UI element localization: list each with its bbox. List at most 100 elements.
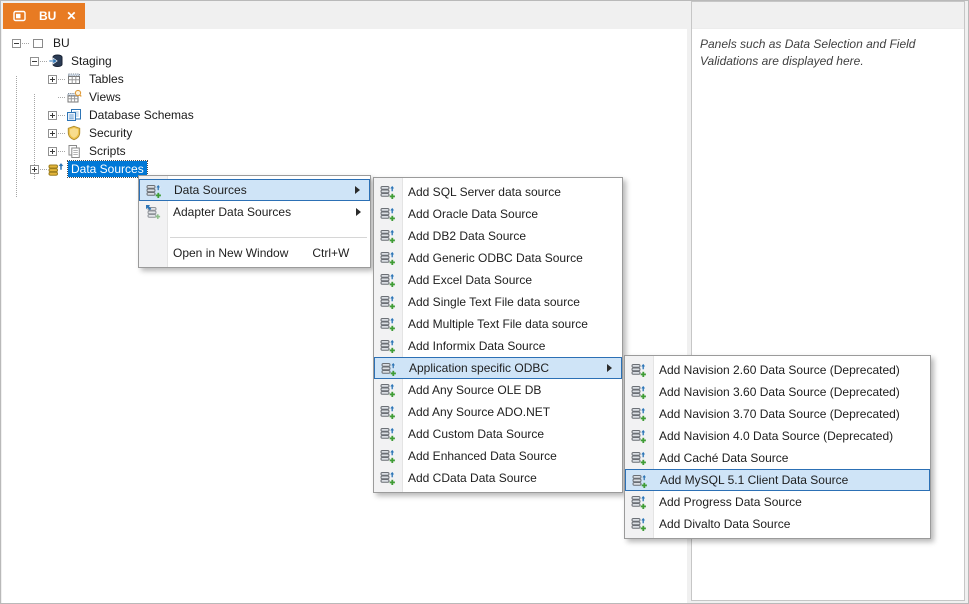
menu-item-add-cach-data-source[interactable]: Add Caché Data Source	[625, 447, 930, 469]
tree-expand-plus-icon[interactable]	[30, 164, 39, 174]
side-panel-text: Panels such as Data Selection and Field …	[700, 37, 916, 68]
tree-expand-plus-icon[interactable]	[48, 74, 57, 84]
tree-expand-plus-icon[interactable]	[48, 146, 57, 156]
menu-item-label: Add Any Source ADO.NET	[408, 405, 551, 419]
menu-item-label: Add Caché Data Source	[659, 451, 789, 465]
menu-item-add-navision-2-60-data-source-deprecated[interactable]: Add Navision 2.60 Data Source (Deprecate…	[625, 359, 930, 381]
menu-item-add-single-text-file-data-source[interactable]: Add Single Text File data source	[374, 291, 622, 313]
menu-item-label: Add Custom Data Source	[408, 427, 545, 441]
menu-item-label: Add Excel Data Source	[408, 273, 533, 287]
menu-separator	[170, 237, 367, 238]
menu-item-label: Add Navision 3.60 Data Source (Deprecate…	[659, 385, 900, 399]
tree-row-database-schemas: Database Schemas	[2, 106, 687, 124]
tree-item-bu[interactable]: BU	[50, 35, 73, 51]
tree-row-bu: BU	[2, 34, 687, 52]
application-specific-odbc-submenu: Add Navision 2.60 Data Source (Deprecate…	[624, 355, 931, 539]
menu-item-add-custom-data-source[interactable]: Add Custom Data Source	[374, 423, 622, 445]
menu-item-label: Add Enhanced Data Source	[408, 449, 557, 463]
tree-expand-minus-icon[interactable]	[12, 38, 21, 48]
add-datasource-icon	[380, 404, 396, 420]
menu-item-add-oracle-data-source[interactable]: Add Oracle Data Source	[374, 203, 622, 225]
none-icon	[145, 245, 161, 261]
add-datasource-icon	[380, 382, 396, 398]
context-menu: Data Sources Adapter Data Sources Open in …	[138, 175, 371, 268]
menu-item-label: Add Divalto Data Source	[659, 517, 791, 531]
menu-item-add-generic-odbc-data-source[interactable]: Add Generic ODBC Data Source	[374, 247, 622, 269]
schemas-icon	[66, 107, 82, 123]
submenu-arrow-icon	[356, 208, 361, 216]
tree-expand-plus-icon[interactable]	[48, 110, 57, 120]
security-icon	[66, 125, 82, 141]
menu-item-label: Add Multiple Text File data source	[408, 317, 588, 331]
add-datasource-icon	[380, 250, 396, 266]
menu-item-add-informix-data-source[interactable]: Add Informix Data Source	[374, 335, 622, 357]
tree-connector	[58, 96, 65, 98]
window-icon	[12, 8, 28, 24]
menu-item-label: Add Navision 4.0 Data Source (Deprecated…	[659, 429, 894, 443]
tree-row-views: Views	[2, 88, 687, 106]
add-datasource-icon	[380, 228, 396, 244]
tree-item-scripts[interactable]: Scripts	[86, 143, 129, 159]
add-datasource-icon	[631, 362, 647, 378]
add-datasource-icon	[146, 183, 162, 199]
tab-close-icon[interactable]: ✕	[66, 10, 76, 22]
tree-connector	[58, 150, 65, 152]
menu-item-label: Add Navision 2.60 Data Source (Deprecate…	[659, 363, 900, 377]
menu-item-open-in-new-window[interactable]: Open in New Window Ctrl+W	[139, 242, 370, 264]
add-datasource-icon	[380, 316, 396, 332]
tree-item-views[interactable]: Views	[86, 89, 124, 105]
data-sources-submenu: Add SQL Server data source Add Oracle Dat…	[373, 177, 623, 493]
tree-connector	[58, 78, 65, 80]
tree-connector	[22, 42, 29, 44]
add-datasource-icon	[380, 470, 396, 486]
menu-item-add-cdata-data-source[interactable]: Add CData Data Source	[374, 467, 622, 489]
menu-item-add-excel-data-source[interactable]: Add Excel Data Source	[374, 269, 622, 291]
views-icon	[66, 89, 82, 105]
add-datasource-icon	[631, 450, 647, 466]
tree-item-data-sources[interactable]: Data Sources	[67, 160, 148, 178]
menu-item-application-specific-odbc[interactable]: Application specific ODBC	[374, 357, 622, 379]
menu-item-label: Application specific ODBC	[409, 361, 550, 375]
menu-item-adapter-data-sources[interactable]: Adapter Data Sources	[139, 201, 370, 223]
menu-item-label: Add DB2 Data Source	[408, 229, 527, 243]
menu-item-add-mysql-5-1-client-data-source[interactable]: Add MySQL 5.1 Client Data Source	[625, 469, 930, 491]
menu-item-add-any-source-ado-net[interactable]: Add Any Source ADO.NET	[374, 401, 622, 423]
tree-item-tables[interactable]: Tables	[86, 71, 127, 87]
menu-item-add-divalto-data-source[interactable]: Add Divalto Data Source	[625, 513, 930, 535]
menu-item-add-enhanced-data-source[interactable]: Add Enhanced Data Source	[374, 445, 622, 467]
tree: BU Staging Tables Views Database Schemas Secu…	[2, 34, 687, 178]
tree-connector	[58, 114, 65, 116]
side-panel-header	[692, 2, 964, 29]
tab-bu[interactable]: BU ✕	[3, 3, 86, 29]
menu-item-add-navision-4-0-data-source-deprecated[interactable]: Add Navision 4.0 Data Source (Deprecated…	[625, 425, 930, 447]
menu-item-label: Add Single Text File data source	[408, 295, 580, 309]
menu-item-add-progress-data-source[interactable]: Add Progress Data Source	[625, 491, 930, 513]
add-datasource-icon	[380, 426, 396, 442]
add-datasource-icon	[631, 384, 647, 400]
menu-item-add-sql-server-data-source[interactable]: Add SQL Server data source	[374, 181, 622, 203]
menu-item-add-multiple-text-file-data-source[interactable]: Add Multiple Text File data source	[374, 313, 622, 335]
menu-item-add-navision-3-70-data-source-deprecated[interactable]: Add Navision 3.70 Data Source (Deprecate…	[625, 403, 930, 425]
menu-item-data-sources[interactable]: Data Sources	[139, 179, 370, 201]
menu-item-label: Add SQL Server data source	[408, 185, 561, 199]
add-datasource-icon	[380, 294, 396, 310]
menu-item-label: Add CData Data Source	[408, 471, 537, 485]
menu-item-add-navision-3-60-data-source-deprecated[interactable]: Add Navision 3.60 Data Source (Deprecate…	[625, 381, 930, 403]
tree-item-security[interactable]: Security	[86, 125, 135, 141]
menu-item-label: Add Oracle Data Source	[408, 207, 539, 221]
tree-expand-plus-icon[interactable]	[48, 128, 57, 138]
node-icon	[30, 35, 46, 51]
tree-item-database-schemas[interactable]: Database Schemas	[86, 107, 197, 123]
tree-connector	[58, 132, 65, 134]
menu-item-label: Adapter Data Sources	[173, 205, 292, 219]
staging-icon	[48, 53, 64, 69]
tables-icon	[66, 71, 82, 87]
tree-row-staging: Staging	[2, 52, 687, 70]
menu-item-add-db2-data-source[interactable]: Add DB2 Data Source	[374, 225, 622, 247]
tab-bar: BU ✕	[1, 1, 688, 29]
menu-item-label: Add Informix Data Source	[408, 339, 546, 353]
menu-item-add-any-source-ole-db[interactable]: Add Any Source OLE DB	[374, 379, 622, 401]
datasources-icon	[48, 161, 64, 177]
tree-item-staging[interactable]: Staging	[68, 53, 115, 69]
tree-expand-minus-icon[interactable]	[30, 56, 39, 66]
